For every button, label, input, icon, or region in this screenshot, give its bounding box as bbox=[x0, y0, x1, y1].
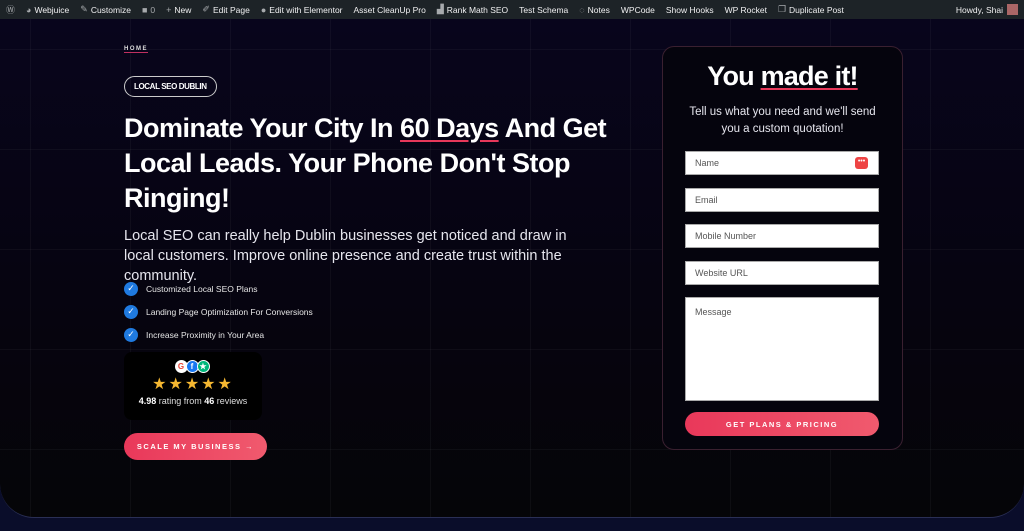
wordpress-icon: Ⓦ bbox=[6, 5, 16, 15]
trustpilot-icon: ★ bbox=[196, 360, 210, 373]
admin-new[interactable]: + New bbox=[166, 5, 191, 15]
stars-icon: ★★★★★ bbox=[152, 376, 234, 393]
title-text: Dominate Your City In bbox=[124, 113, 401, 143]
elementor-icon: ● bbox=[260, 4, 267, 15]
mobile-input[interactable]: Mobile Number bbox=[685, 224, 879, 248]
admin-label: Notes bbox=[587, 4, 610, 15]
rating-text: 4.98 rating from 46 reviews bbox=[138, 396, 248, 406]
avatar bbox=[1007, 4, 1018, 15]
check-icon: ✓ bbox=[124, 281, 138, 296]
admin-label: Test Schema bbox=[519, 4, 569, 15]
admin-comments[interactable]: ■ 0 bbox=[142, 5, 155, 15]
admin-label: 0 bbox=[150, 4, 156, 15]
admin-label: Edit with Elementor bbox=[269, 4, 343, 15]
admin-label: Edit Page bbox=[212, 4, 250, 15]
rankmath-icon: ▟ bbox=[436, 4, 444, 14]
title-highlight: 60 Days bbox=[400, 113, 499, 143]
review-logos: Gf ★ bbox=[124, 360, 262, 373]
page-title: Dominate Your City In 60 Days And Get Lo… bbox=[124, 111, 644, 216]
password-manager-icon[interactable]: ••• bbox=[855, 157, 868, 169]
hero-section: HOME LOCAL SEO DUBLIN Dominate Your City… bbox=[0, 19, 1024, 518]
admin-edit-page[interactable]: ✐ Edit Page bbox=[202, 4, 249, 15]
feature-list: ✓ Customized Local SEO Plans ✓ Landing Pag… bbox=[124, 277, 313, 346]
feature-text: Customized Local SEO Plans bbox=[146, 283, 258, 294]
brush-icon: ✎ bbox=[80, 4, 88, 14]
comment-icon: ■ bbox=[141, 4, 148, 15]
admin-account[interactable]: Howdy, Shai bbox=[956, 4, 1018, 15]
rating-badge: Gf ★ ★★★★★ 4.98 rating from 46 reviews bbox=[124, 352, 262, 420]
email-input[interactable]: Email bbox=[685, 188, 879, 212]
admin-label: Show Hooks bbox=[665, 4, 714, 15]
duplicate-icon: ❐ bbox=[777, 4, 787, 14]
admin-notes[interactable]: ◌ Notes bbox=[579, 5, 610, 15]
check-icon: ✓ bbox=[124, 304, 138, 319]
feature-item: ✓ Increase Proximity in Your Area bbox=[124, 323, 313, 346]
admin-label: Asset CleanUp Pro bbox=[353, 4, 426, 15]
admin-label: Rank Math SEO bbox=[446, 4, 509, 15]
admin-site[interactable]: ◕ Webjuice bbox=[26, 5, 69, 15]
admin-duplicate-post[interactable]: ❐ Duplicate Post bbox=[778, 4, 844, 15]
admin-rank-math[interactable]: ▟ Rank Math SEO bbox=[437, 4, 508, 15]
plus-icon: + bbox=[166, 4, 172, 15]
notes-icon: ◌ bbox=[579, 4, 585, 15]
feature-item: ✓ Landing Page Optimization For Conversio… bbox=[124, 300, 313, 323]
feature-text: Increase Proximity in Your Area bbox=[146, 329, 265, 340]
check-icon: ✓ bbox=[124, 327, 138, 342]
message-textarea[interactable]: Message bbox=[685, 297, 879, 401]
name-input[interactable]: Name ••• bbox=[685, 151, 879, 175]
dashboard-icon: ◕ bbox=[26, 4, 32, 15]
admin-customize[interactable]: ✎ Customize bbox=[80, 4, 131, 15]
feature-item: ✓ Customized Local SEO Plans bbox=[124, 277, 313, 300]
greeting: Howdy, Shai bbox=[955, 4, 1003, 15]
admin-test-schema[interactable]: Test Schema bbox=[519, 5, 568, 15]
wp-admin-bar: Ⓦ ◕ Webjuice ✎ Customize ■ 0 + New ✐ Edit Pag… bbox=[0, 0, 1024, 19]
admin-label: Duplicate Post bbox=[789, 4, 844, 15]
admin-label: WP Rocket bbox=[724, 4, 767, 15]
feature-text: Landing Page Optimization For Conversion… bbox=[146, 306, 313, 317]
admin-label: WPCode bbox=[620, 4, 655, 15]
admin-label: Customize bbox=[90, 4, 131, 15]
admin-wpcode[interactable]: WPCode bbox=[621, 5, 655, 15]
website-input[interactable]: Website URL bbox=[685, 261, 879, 285]
scale-business-button[interactable]: SCALE MY BUSINESS → bbox=[124, 433, 267, 460]
get-plans-button[interactable]: GET PLANS & PRICING bbox=[685, 412, 879, 436]
admin-elementor[interactable]: ● Edit with Elementor bbox=[261, 5, 343, 15]
admin-wordpress[interactable]: Ⓦ bbox=[6, 3, 15, 16]
admin-wp-rocket[interactable]: WP Rocket bbox=[725, 5, 767, 15]
form-subtitle: Tell us what you need and we'll send you… bbox=[689, 106, 876, 135]
admin-label: Webjuice bbox=[34, 4, 70, 15]
quote-form-card: You made it! Tell us what you need and w… bbox=[662, 46, 903, 450]
form-title: You made it! bbox=[707, 61, 858, 91]
admin-label: New bbox=[174, 4, 192, 15]
breadcrumb-home[interactable]: HOME bbox=[124, 46, 148, 53]
admin-asset-cleanup[interactable]: Asset CleanUp Pro bbox=[354, 5, 426, 15]
pencil-icon: ✐ bbox=[202, 4, 210, 14]
category-pill: LOCAL SEO DUBLIN bbox=[124, 76, 217, 97]
admin-show-hooks[interactable]: Show Hooks bbox=[666, 5, 714, 15]
